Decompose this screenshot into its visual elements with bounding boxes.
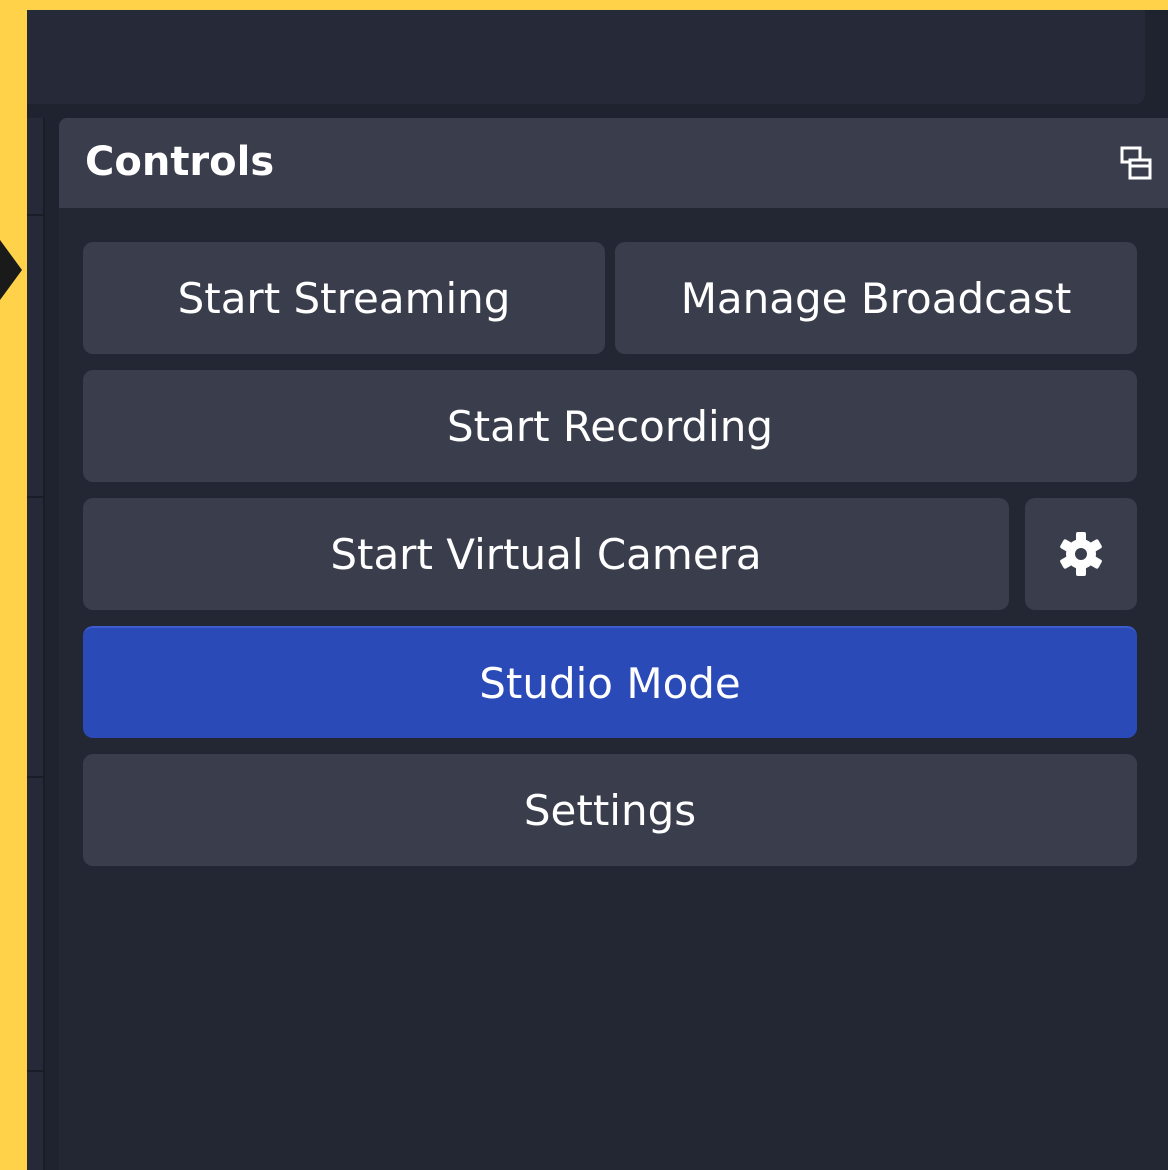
- obs-window: Controls Start Streaming Manage Broadcas…: [27, 10, 1168, 1170]
- dock-header: Controls: [59, 118, 1168, 208]
- adjacent-dock: [27, 118, 45, 1170]
- divider: [27, 1070, 43, 1072]
- manage-broadcast-button[interactable]: Manage Broadcast: [615, 242, 1137, 354]
- settings-button[interactable]: Settings: [83, 754, 1137, 866]
- float-dock-icon[interactable]: [1120, 146, 1152, 180]
- highlight-frame: Controls Start Streaming Manage Broadcas…: [0, 0, 1168, 1170]
- start-virtual-camera-button[interactable]: Start Virtual Camera: [83, 498, 1009, 610]
- start-recording-button[interactable]: Start Recording: [83, 370, 1137, 482]
- dock-title: Controls: [85, 139, 275, 185]
- divider: [27, 214, 43, 216]
- virtual-camera-settings-button[interactable]: [1025, 498, 1137, 610]
- gear-icon: [1060, 532, 1102, 576]
- top-panel: [27, 10, 1145, 104]
- studio-mode-button[interactable]: Studio Mode: [83, 626, 1137, 738]
- divider: [27, 776, 43, 778]
- divider: [27, 496, 43, 498]
- controls-dock: Controls Start Streaming Manage Broadcas…: [59, 118, 1168, 1170]
- pointer-arrow: [0, 240, 22, 300]
- start-streaming-button[interactable]: Start Streaming: [83, 242, 605, 354]
